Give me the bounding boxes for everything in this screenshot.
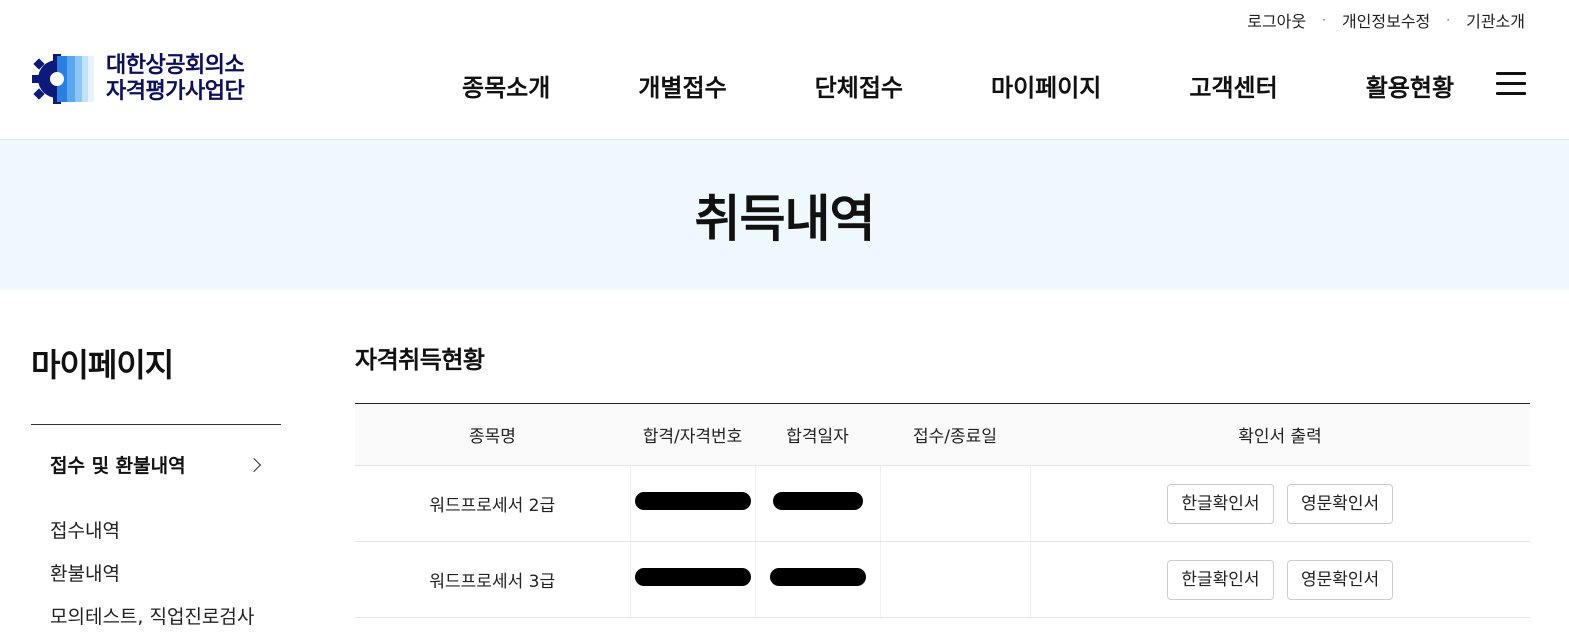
gear-logo-icon [32,54,94,104]
column-header: 종목명 [355,403,630,466]
column-header: 확인서 출력 [1030,403,1530,466]
pass-date-redacted [754,465,880,542]
license-number-redacted [629,465,755,542]
main-nav: 종목소개 개별접수 단체접수 마이페이지 고객센터 활용현황 [462,68,1454,103]
period-cell [879,465,1030,542]
side-menu-title: 마이페이지 [31,346,174,384]
nav-item-support[interactable]: 고객센터 [1189,68,1277,103]
nav-item-mypage[interactable]: 마이페이지 [991,68,1101,103]
pass-date-redacted [754,541,880,618]
side-group-registration-refund[interactable]: 접수 및 환불내역 [31,425,281,478]
nav-item-usage[interactable]: 활용현황 [1366,68,1454,103]
side-item-registration[interactable]: 접수내역 [50,516,281,543]
qualification-table: 종목명 합격/자격번호 합격일자 접수/종료일 확인서 출력 워드프로세서 2급… [355,403,1530,618]
korean-certificate-button[interactable]: 한글확인서 [1167,483,1274,524]
subject-name: 워드프로세서 3급 [355,541,630,618]
certificate-actions: 한글확인서 영문확인서 [1029,465,1530,542]
column-header: 합격일자 [755,403,880,466]
table-row: 워드프로세서 2급 한글확인서 영문확인서 [355,465,1530,542]
column-header: 합격/자격번호 [630,403,755,466]
english-certificate-button[interactable]: 영문확인서 [1286,559,1394,600]
separator-dot: · [1446,13,1451,27]
column-header: 접수/종료일 [880,403,1030,466]
page-banner: 취득내역 [0,140,1569,290]
edit-profile-link[interactable]: 개인정보수정 [1342,8,1430,32]
side-item-mock-test[interactable]: 모의테스트, 직업진로검사 [50,602,281,629]
logo-text: 대한상공회의소 자격평가사업단 [106,53,245,105]
redaction-mark [634,568,751,586]
content-area: 자격취득현황 종목명 합격/자격번호 합격일자 접수/종료일 확인서 출력 워드… [355,340,1530,618]
subject-name: 워드프로세서 2급 [355,465,630,542]
korean-certificate-button[interactable]: 한글확인서 [1167,559,1274,600]
logout-link[interactable]: 로그아웃 [1247,8,1306,32]
chevron-right-icon [246,457,262,472]
logo-line-2: 자격평가사업단 [106,79,245,104]
redaction-mark [772,492,863,510]
utility-nav: 로그아웃 · 개인정보수정 · 기관소개 [1247,8,1525,32]
hamburger-bar [1496,82,1526,85]
license-number-redacted [629,541,755,618]
side-group-label: 접수 및 환불내역 [50,455,186,477]
nav-item-group[interactable]: 단체접수 [815,68,903,103]
english-certificate-button[interactable]: 영문확인서 [1286,483,1394,524]
period-cell [879,541,1030,618]
hamburger-bar [1496,72,1526,75]
table-header-row: 종목명 합격/자격번호 합격일자 접수/종료일 확인서 출력 [355,403,1530,466]
about-link[interactable]: 기관소개 [1466,8,1525,32]
section-title: 자격취득현황 [355,346,485,374]
nav-item-intro[interactable]: 종목소개 [462,68,550,103]
page-title: 취득내역 [694,190,876,248]
hamburger-menu-icon[interactable] [1496,72,1526,96]
table-row: 워드프로세서 3급 한글확인서 영문확인서 [355,541,1530,618]
separator-dot: · [1322,13,1326,27]
nav-item-individual[interactable]: 개별접수 [638,68,726,103]
logo-line-1: 대한상공회의소 [106,53,245,78]
redaction-mark [634,492,751,510]
certificate-actions: 한글확인서 영문확인서 [1029,541,1530,618]
side-item-refund[interactable]: 환불내역 [50,559,281,586]
side-sub-list: 접수내역 환불내역 모의테스트, 직업진로검사 [31,516,281,629]
hamburger-bar [1496,92,1526,95]
redaction-mark [769,568,866,586]
side-menu: 마이페이지 접수 및 환불내역 접수내역 환불내역 모의테스트, 직업진로검사 [31,340,281,641]
logo[interactable]: 대한상공회의소 자격평가사업단 [30,52,245,106]
